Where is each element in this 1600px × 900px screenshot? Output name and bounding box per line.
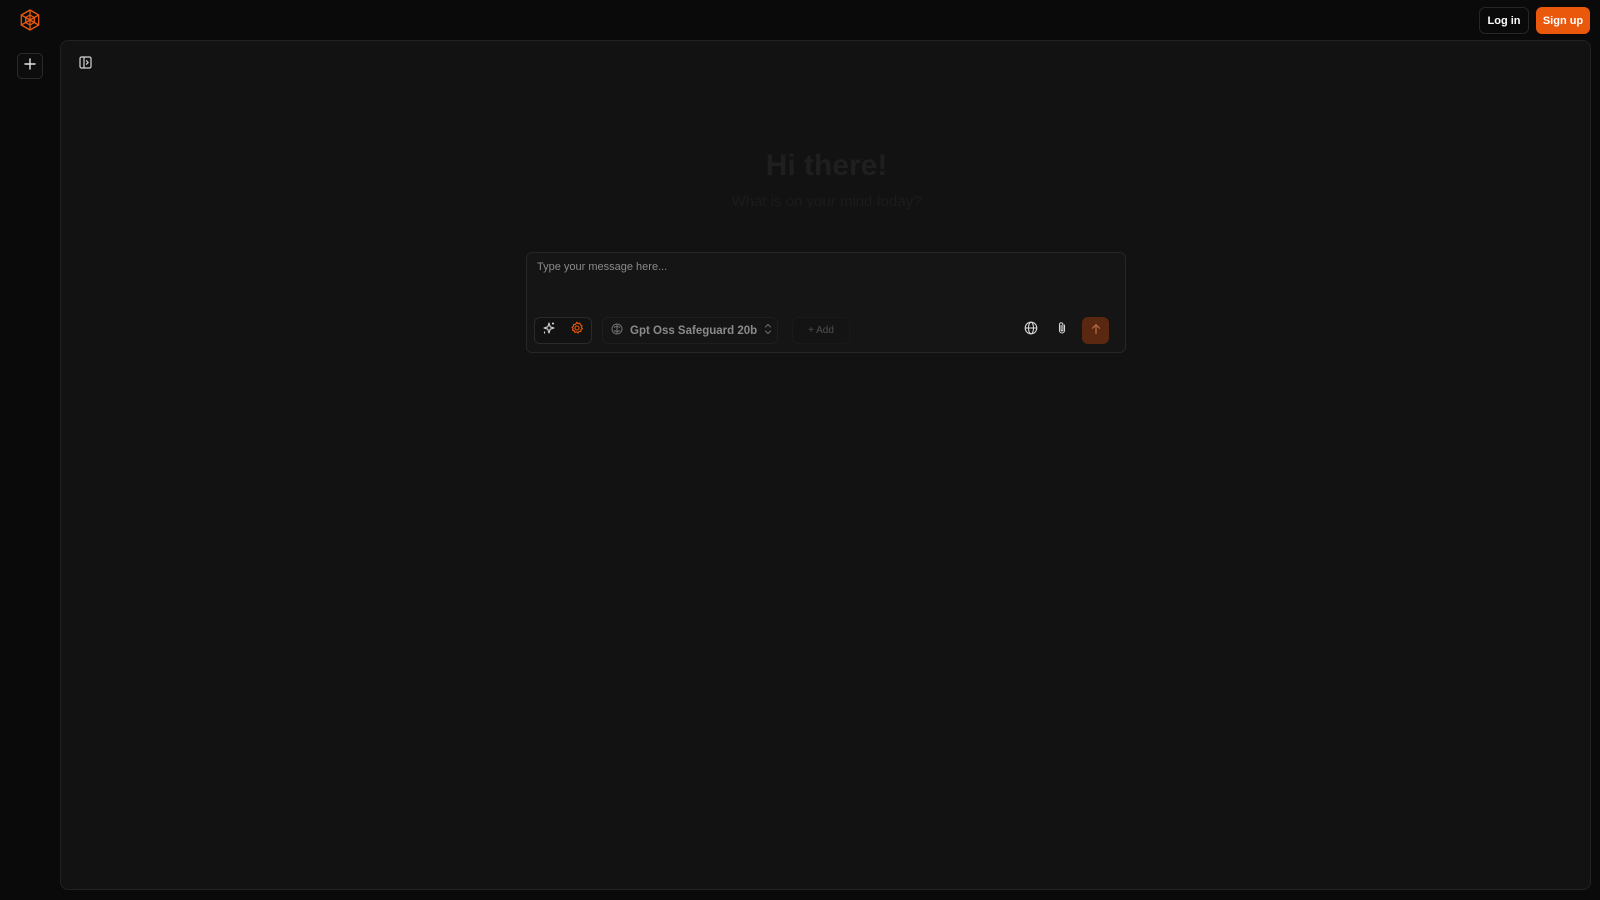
plus-icon (24, 57, 36, 75)
sparkles-button[interactable] (538, 320, 560, 342)
message-composer: Gpt Oss Safeguard 20b + Add (526, 252, 1126, 353)
attach-button[interactable] (1048, 317, 1075, 344)
gear-icon (570, 321, 584, 340)
left-rail (0, 40, 60, 900)
web-search-button[interactable] (1017, 317, 1044, 344)
add-button[interactable]: + Add (792, 317, 850, 344)
new-chat-button[interactable] (17, 53, 43, 79)
chat-panel: Hi there! What is on your mind today? Ty… (60, 40, 1591, 890)
send-button[interactable] (1082, 317, 1109, 344)
model-label: Gpt Oss Safeguard 20b (630, 324, 758, 337)
sidebar-toggle-icon (78, 56, 92, 74)
mode-toggle-group (534, 317, 592, 344)
model-selector[interactable]: Gpt Oss Safeguard 20b (602, 317, 778, 344)
signup-button[interactable]: Sign up (1536, 7, 1590, 34)
model-icon (611, 322, 623, 340)
message-input[interactable] (535, 259, 1115, 309)
sidebar-toggle-button[interactable] (77, 56, 93, 74)
arrow-up-icon (1090, 322, 1102, 340)
globe-icon (1024, 321, 1038, 340)
settings-button[interactable] (566, 320, 588, 342)
login-button[interactable]: Log in (1479, 7, 1529, 34)
greeting-subtitle: What is on your mind today? (731, 193, 922, 210)
hexagon-logo-icon[interactable] (18, 8, 42, 32)
greeting-title: Hi there! (765, 149, 888, 182)
chevrons-up-down-icon (764, 322, 772, 340)
top-bar: Log in Sign up (0, 0, 1600, 40)
paperclip-icon (1055, 321, 1069, 340)
sparkles-icon (542, 321, 556, 340)
